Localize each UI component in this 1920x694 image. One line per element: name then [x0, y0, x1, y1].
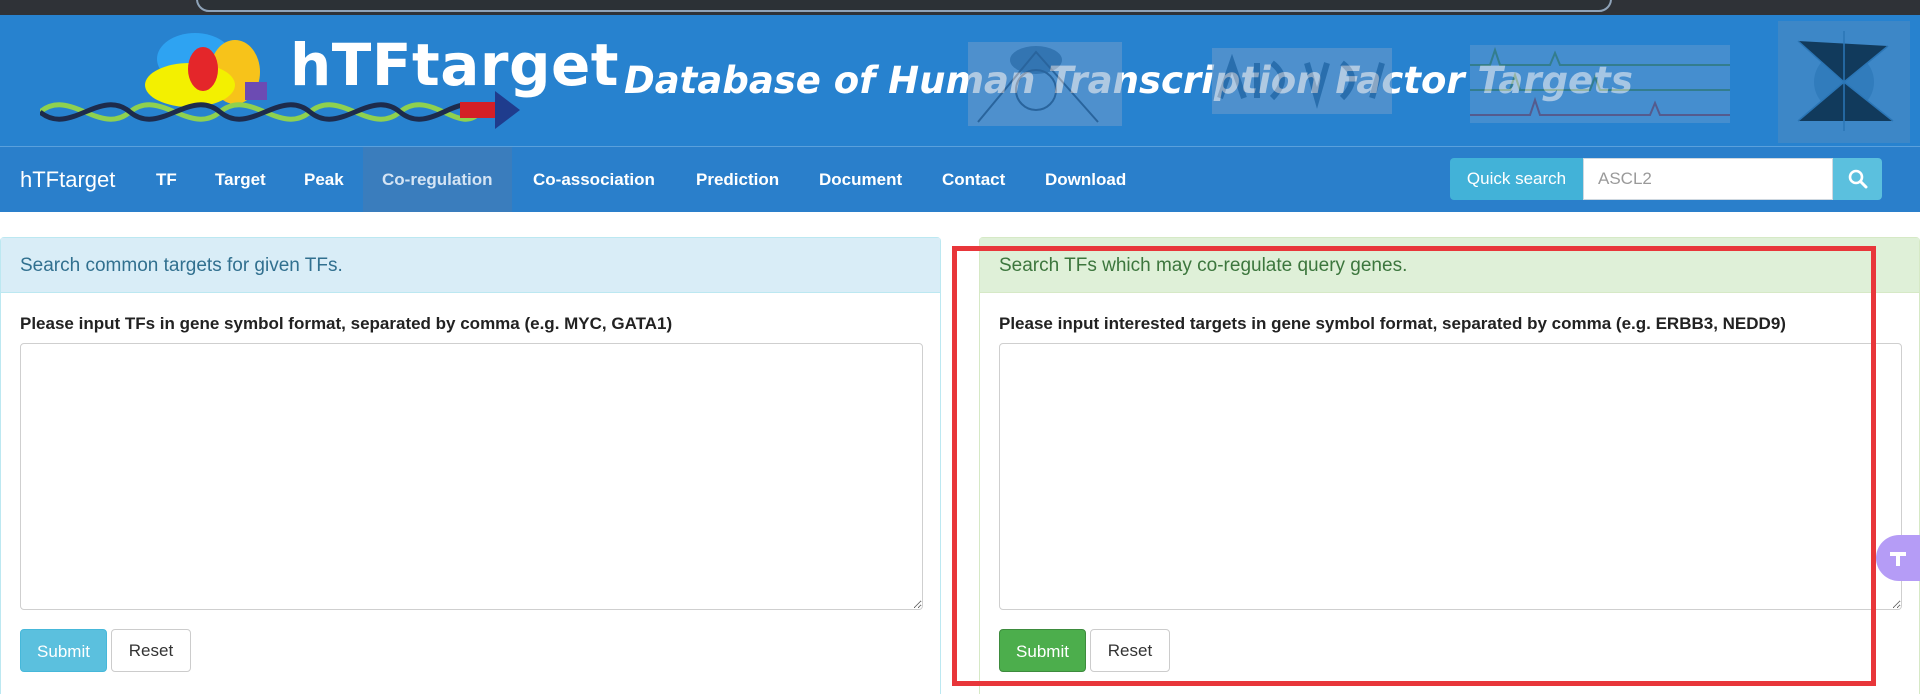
nav-item-document[interactable]: Document	[800, 147, 921, 212]
tf-input-textarea[interactable]	[20, 343, 923, 610]
browser-top-strip	[0, 0, 1920, 15]
target-input-textarea[interactable]	[999, 343, 1902, 610]
tool-icon	[1890, 552, 1906, 566]
floating-tool-button[interactable]	[1876, 535, 1920, 581]
nav-item-peak[interactable]: Peak	[285, 147, 363, 212]
reset-button[interactable]: Reset	[1090, 629, 1170, 672]
reset-button[interactable]: Reset	[111, 629, 191, 672]
decor-diagram-icon	[968, 42, 1122, 126]
submit-button[interactable]: Submit	[20, 629, 107, 672]
decor-sequence-icon	[1212, 48, 1392, 114]
address-bar[interactable]	[196, 0, 1612, 12]
nav-item-prediction[interactable]: Prediction	[677, 147, 798, 212]
site-logo[interactable]: hTFtarget	[38, 27, 619, 137]
nav-item-co-association[interactable]: Co-association	[514, 147, 674, 212]
nav-item-co-regulation[interactable]: Co-regulation	[363, 147, 512, 212]
nav-item-tf[interactable]: TF	[137, 147, 196, 212]
search-icon	[1848, 169, 1867, 189]
tf-input-label: Please input TFs in gene symbol format, …	[20, 314, 673, 333]
logo-text: hTFtarget	[290, 31, 620, 99]
common-targets-panel: Search common targets for given TFs. Ple…	[0, 237, 941, 694]
decor-peaks-icon	[1470, 45, 1730, 123]
nav-item-contact[interactable]: Contact	[923, 147, 1024, 212]
panel-heading: Search TFs which may co-regulate query g…	[980, 238, 1919, 293]
nav-item-download[interactable]: Download	[1026, 147, 1145, 212]
target-input-label: Please input interested targets in gene …	[999, 314, 1786, 333]
quick-search-go-button[interactable]	[1833, 158, 1882, 200]
submit-button[interactable]: Submit	[999, 629, 1086, 672]
decor-network-icon	[1778, 21, 1910, 143]
panel-heading: Search common targets for given TFs.	[1, 238, 940, 293]
nav-item-target[interactable]: Target	[196, 147, 285, 212]
site-banner: hTFtarget Database of Human Transcriptio…	[0, 15, 1920, 146]
co-regulating-tfs-panel: Search TFs which may co-regulate query g…	[979, 237, 1920, 694]
quick-search-button[interactable]: Quick search	[1450, 158, 1583, 200]
quick-search-input[interactable]	[1583, 158, 1833, 200]
navbar-brand[interactable]: hTFtarget	[20, 167, 115, 193]
